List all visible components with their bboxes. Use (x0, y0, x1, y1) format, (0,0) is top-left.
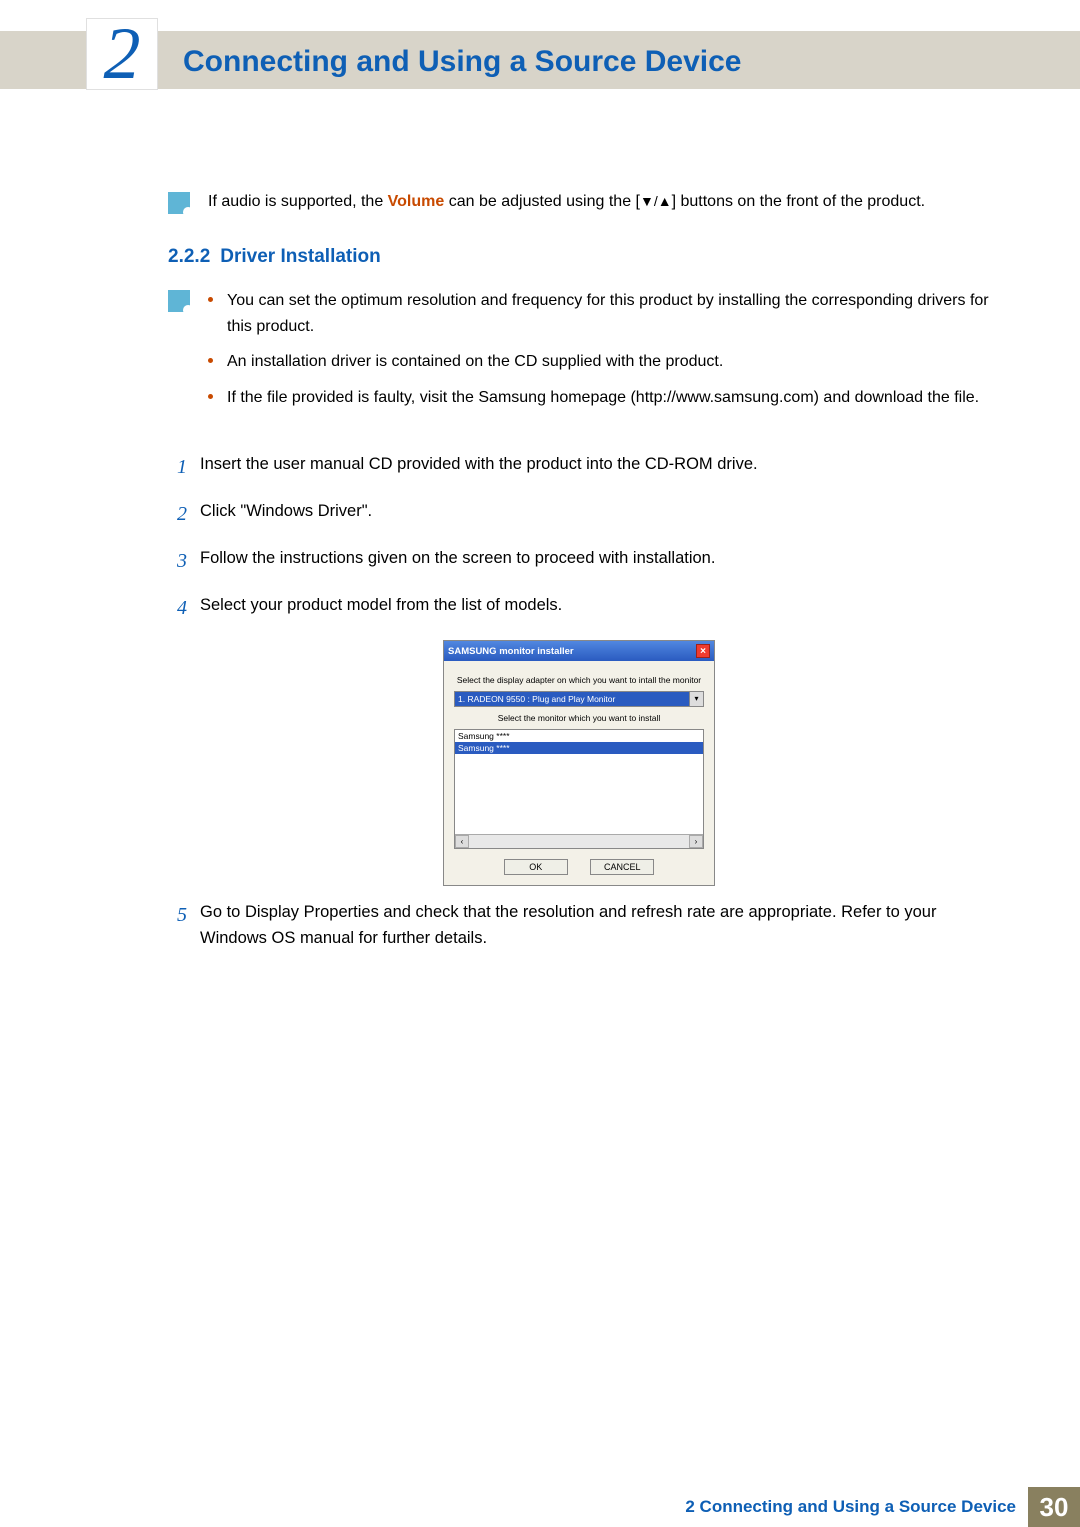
step-row: 1 Insert the user manual CD provided wit… (168, 452, 990, 483)
step-text: Click "Windows Driver". (200, 499, 990, 530)
step-row: 3 Follow the instructions given on the s… (168, 546, 990, 577)
step-number: 4 (168, 593, 196, 624)
note-icon (168, 290, 190, 312)
scroll-right-icon[interactable]: › (689, 835, 703, 848)
scroll-left-icon[interactable]: ‹ (455, 835, 469, 848)
note-bullet-text: If the file provided is faulty, visit th… (227, 385, 979, 411)
installer-dialog-screenshot: SAMSUNG monitor installer × Select the d… (443, 640, 715, 886)
audio-suffix: ] buttons on the front of the product. (672, 193, 926, 210)
cancel-button[interactable]: CANCEL (590, 859, 654, 875)
step-row: 2 Click "Windows Driver". (168, 499, 990, 530)
chevron-down-icon[interactable]: ▾ (689, 692, 703, 706)
note-bullet: An installation driver is contained on t… (208, 349, 990, 375)
step-text: Follow the instructions given on the scr… (200, 546, 990, 577)
adapter-combobox[interactable]: 1. RADEON 9550 : Plug and Play Monitor ▾ (454, 691, 704, 707)
step-text: Insert the user manual CD provided with … (200, 452, 990, 483)
close-icon[interactable]: × (696, 644, 710, 658)
down-up-arrows-icon: ▼/▲ (640, 193, 672, 209)
list-item[interactable]: Samsung **** (455, 742, 703, 754)
note-bullet: If the file provided is faulty, visit th… (208, 385, 990, 411)
step-row: 5 Go to Display Properties and check tha… (168, 900, 990, 951)
step-number: 1 (168, 452, 196, 483)
ok-button[interactable]: OK (504, 859, 568, 875)
bullet-icon (208, 297, 213, 302)
dialog-adapter-label: Select the display adapter on which you … (454, 675, 704, 685)
horizontal-scrollbar[interactable]: ‹ › (455, 834, 703, 848)
step-number: 3 (168, 546, 196, 577)
audio-prefix: If audio is supported, the (208, 193, 388, 210)
note-bullet-text: An installation driver is contained on t… (227, 349, 723, 375)
dialog-title: SAMSUNG monitor installer (448, 646, 574, 657)
section-heading: 2.2.2 Driver Installation (168, 246, 990, 268)
footer-page-number: 30 (1028, 1487, 1080, 1527)
audio-note-text: If audio is supported, the Volume can be… (208, 190, 925, 214)
dialog-monitor-label: Select the monitor which you want to ins… (454, 713, 704, 723)
section-title: Driver Installation (220, 246, 381, 267)
scroll-track[interactable] (469, 835, 689, 848)
step-number: 5 (168, 900, 196, 951)
volume-word: Volume (388, 193, 445, 210)
driver-note: You can set the optimum resolution and f… (168, 288, 990, 420)
audio-mid: can be adjusted using the [ (444, 193, 640, 210)
chapter-number: 2 (104, 17, 141, 91)
monitor-listbox[interactable]: Samsung **** Samsung **** ‹ › (454, 729, 704, 849)
note-bullet-text: You can set the optimum resolution and f… (227, 288, 990, 339)
chapter-number-box: 2 (86, 18, 158, 90)
dialog-titlebar: SAMSUNG monitor installer × (444, 641, 714, 661)
step-text: Select your product model from the list … (200, 593, 990, 624)
bullet-icon (208, 394, 213, 399)
step-text: Go to Display Properties and check that … (200, 900, 990, 951)
list-item[interactable]: Samsung **** (455, 730, 703, 742)
section-number: 2.2.2 (168, 246, 210, 267)
note-bullet: You can set the optimum resolution and f… (208, 288, 990, 339)
footer-chapter-text: 2 Connecting and Using a Source Device (685, 1497, 1016, 1517)
adapter-combo-value: 1. RADEON 9550 : Plug and Play Monitor (455, 692, 689, 706)
audio-note: If audio is supported, the Volume can be… (168, 190, 990, 214)
chapter-title: Connecting and Using a Source Device (183, 45, 741, 79)
step-number: 2 (168, 499, 196, 530)
step-row: 4 Select your product model from the lis… (168, 593, 990, 624)
note-icon (168, 192, 190, 214)
bullet-icon (208, 358, 213, 363)
